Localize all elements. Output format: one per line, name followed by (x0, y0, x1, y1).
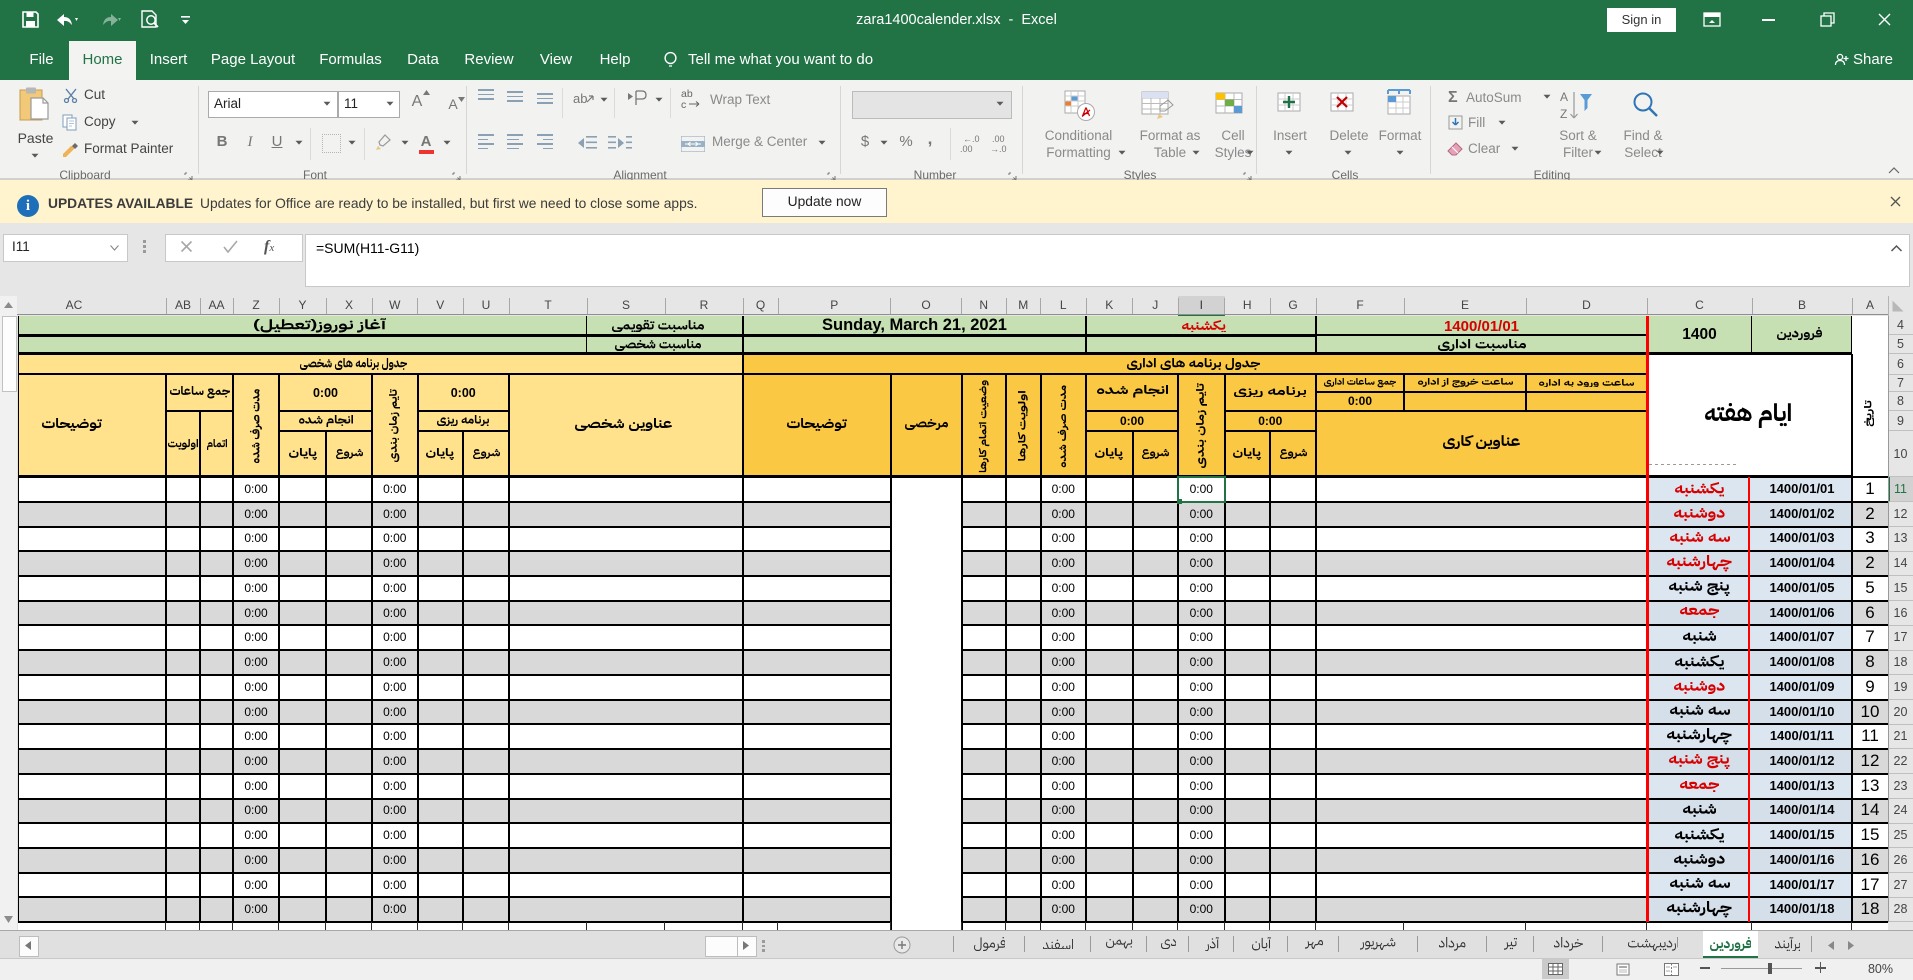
svg-text:ab: ab (573, 91, 587, 106)
svg-text:c: c (681, 99, 686, 111)
svg-text:A: A (1560, 90, 1568, 104)
svg-text:.00: .00 (960, 144, 973, 153)
svg-text:←.0: ←.0 (963, 134, 980, 144)
svg-text:.00: .00 (992, 134, 1005, 144)
svg-text:→.0: →.0 (990, 144, 1007, 153)
svg-text:Z: Z (1560, 107, 1567, 121)
